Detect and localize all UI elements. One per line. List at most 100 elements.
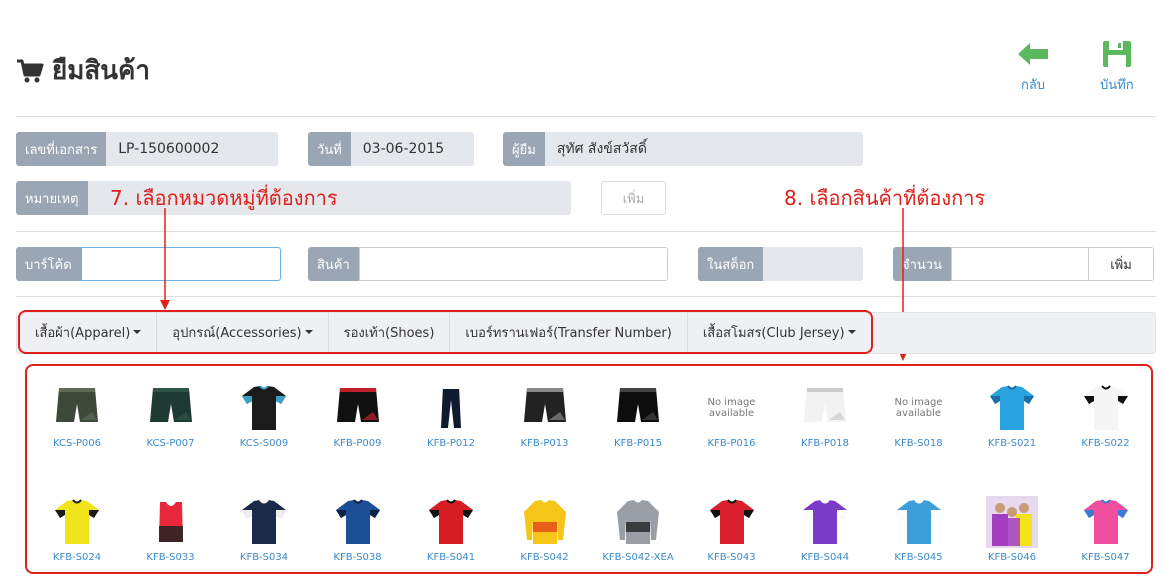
product-image: [986, 496, 1038, 548]
caret-down-icon: [133, 330, 142, 334]
product-code: KFB-P013: [520, 438, 569, 449]
product-label: สินค้า: [308, 247, 359, 281]
product-image: [242, 385, 286, 430]
category-tab[interactable]: เสื้อสโมสร(Club Jersey): [688, 312, 871, 352]
product-item[interactable]: No image available KFB-S018: [879, 382, 959, 449]
product-item[interactable]: KCS-S009: [224, 382, 304, 449]
product-thumbnail: [610, 496, 666, 548]
product-image: [1083, 385, 1128, 430]
product-image: [1083, 499, 1128, 544]
product-item[interactable]: KFB-P012: [411, 382, 491, 449]
product-item[interactable]: KFB-S021: [972, 382, 1052, 449]
product-item[interactable]: KFB-S024: [37, 496, 117, 563]
product-input[interactable]: [358, 247, 668, 281]
product-thumbnail: [330, 382, 386, 434]
save-button[interactable]: บันทึก: [1100, 40, 1134, 95]
category-label: เบอร์ทรานเฟอร์(Transfer Number): [465, 325, 672, 341]
product-code: KFB-S041: [426, 552, 476, 563]
borrower-label: ผู้ยืม: [503, 132, 545, 166]
product-item[interactable]: KFB-P018: [785, 382, 865, 449]
note-add-button[interactable]: เพิ่ม: [601, 181, 666, 215]
product-image: [804, 388, 846, 422]
divider: [16, 231, 1156, 232]
product-item[interactable]: KFB-S047: [1066, 496, 1146, 563]
product-code: KFB-S044: [800, 552, 850, 563]
category-tab[interactable]: อุปกรณ์(Accessories): [157, 312, 329, 352]
back-button[interactable]: กลับ: [1016, 40, 1050, 95]
product-thumbnail: [49, 496, 105, 548]
borrower-field: ผู้ยืม สุทัศ สังข์สวัสดิ์: [503, 132, 863, 166]
product-code: KFB-S033: [146, 552, 195, 563]
date-label: วันที่: [308, 132, 351, 166]
product-item[interactable]: KCS-P007: [131, 382, 211, 449]
category-label: อุปกรณ์(Accessories): [172, 325, 302, 341]
product-code: KFB-S047: [1081, 552, 1130, 563]
product-thumbnail: [797, 382, 853, 434]
divider: [16, 116, 1156, 117]
category-tab[interactable]: รองเท้า(Shoes): [329, 312, 451, 352]
product-thumbnail: [330, 496, 386, 548]
product-thumbnail: [610, 382, 666, 434]
qty-field: จำนวน: [893, 247, 1151, 281]
no-image-text: No image: [894, 397, 943, 408]
barcode-field: บาร์โค้ด: [16, 247, 281, 281]
category-list: เสื้อผ้า(Apparel) อุปกรณ์(Accessories) รอง…: [18, 310, 873, 354]
product-thumbnail: [1078, 382, 1134, 434]
note-label: หมายเหตุ: [16, 181, 88, 215]
page-header: ยืมสินค้า: [16, 50, 150, 91]
product-code: KFB-S034: [239, 552, 289, 563]
product-image: [617, 388, 659, 422]
product-code: KFB-P012: [427, 438, 475, 449]
category-tab[interactable]: เสื้อผ้า(Apparel): [20, 312, 158, 352]
product-grid: KCS-P006 KCS-P007 KCS-S009 KFB-P009 KFB-…: [25, 364, 1153, 574]
product-code: KCS-S009: [239, 438, 289, 449]
product-item[interactable]: KFB-S034: [224, 496, 304, 563]
add-item-button[interactable]: เพิ่ม: [1088, 247, 1154, 281]
product-item[interactable]: KFB-S045: [879, 496, 959, 563]
barcode-input[interactable]: [80, 247, 281, 281]
product-item[interactable]: KFB-S046: [972, 496, 1052, 563]
product-item[interactable]: KFB-S022: [1066, 382, 1146, 449]
product-item[interactable]: KFB-P009: [318, 382, 398, 449]
product-thumbnail: [984, 496, 1040, 548]
caret-down-icon: [847, 330, 856, 334]
product-image: [158, 502, 183, 542]
category-tab[interactable]: เบอร์ทรานเฟอร์(Transfer Number): [450, 312, 688, 352]
product-image: [896, 499, 941, 544]
product-code: KFB-S018: [894, 438, 943, 449]
date-field: วันที่ 03-06-2015: [308, 132, 474, 166]
product-item[interactable]: No image available KFB-P016: [692, 382, 772, 449]
product-thumbnail: [143, 382, 199, 434]
product-item[interactable]: KFB-S043: [692, 496, 772, 563]
product-item[interactable]: KFB-P015: [598, 382, 678, 449]
no-image-text: available: [708, 408, 755, 419]
borrower-value: สุทัศ สังข์สวัสดิ์: [544, 132, 863, 166]
category-label: เสื้อสโมสร(Club Jersey): [702, 325, 845, 341]
no-image-placeholder: No image available: [895, 397, 943, 419]
product-item[interactable]: KFB-P013: [505, 382, 585, 449]
product-code: KFB-S045: [894, 552, 943, 563]
product-item[interactable]: KFB-S038: [318, 496, 398, 563]
product-thumbnail: No image available: [891, 382, 947, 434]
product-item[interactable]: KFB-S041: [411, 496, 491, 563]
product-item[interactable]: KFB-S042-XEA: [598, 496, 678, 563]
product-item[interactable]: KFB-S044: [785, 496, 865, 563]
stock-value: [763, 247, 863, 281]
product-code: KFB-S042-XEA: [602, 552, 674, 563]
divider: [16, 296, 1156, 297]
product-item[interactable]: KFB-S042: [505, 496, 585, 563]
product-image: [617, 500, 659, 544]
product-thumbnail: No image available: [704, 382, 760, 434]
save-label: บันทึก: [1100, 78, 1134, 93]
product-thumbnail: [984, 382, 1040, 434]
product-thumbnail: [891, 496, 947, 548]
page-title: ยืมสินค้า: [52, 56, 151, 86]
product-image: [523, 500, 566, 544]
barcode-label: บาร์โค้ด: [16, 247, 81, 281]
product-code: KFB-S042: [520, 552, 569, 563]
product-code: KCS-P007: [146, 438, 195, 449]
product-field: สินค้า: [308, 247, 668, 281]
product-thumbnail: [797, 496, 853, 548]
product-item[interactable]: KFB-S033: [131, 496, 211, 563]
product-item[interactable]: KCS-P006: [37, 382, 117, 449]
